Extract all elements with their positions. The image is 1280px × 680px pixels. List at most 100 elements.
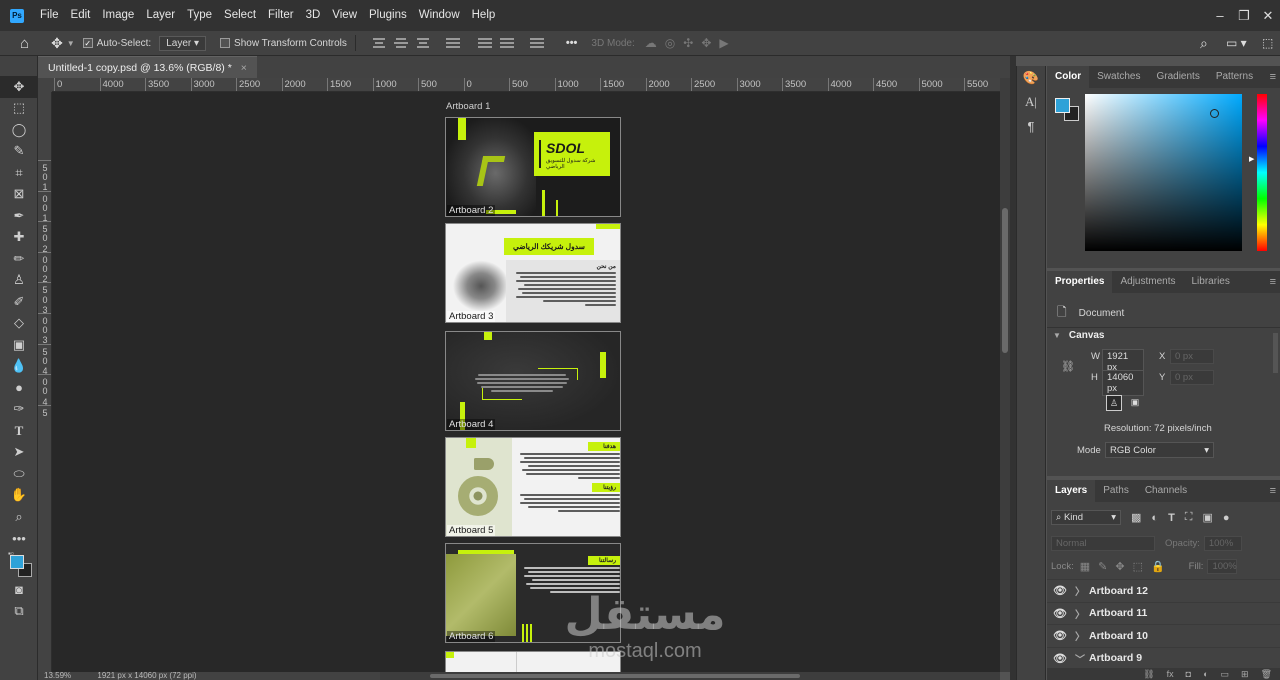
character-icon[interactable]: A| [1017,90,1045,114]
menu-plugins[interactable]: Plugins [363,0,413,31]
filter-smart-object-icon[interactable]: ▣ [1203,511,1213,524]
lasso-tool-icon[interactable]: ◯ [0,119,38,141]
tab-channels[interactable]: Channels [1137,480,1195,502]
visibility-eye-icon[interactable]: 👁 [1049,584,1071,597]
quick-select-tool-icon[interactable]: ✎ [0,141,38,163]
palette-icon[interactable]: 🎨 [1017,66,1045,90]
quick-mask-icon[interactable]: ◙ [0,579,38,601]
drag-3d-icon[interactable]: ✣ [683,36,693,50]
tab-libraries[interactable]: Libraries [1184,271,1238,293]
foreground-color-swatch[interactable] [10,555,24,569]
close-tab-icon[interactable]: × [241,62,247,74]
blend-mode-dropdown[interactable]: Normal [1051,536,1155,551]
filter-type-icon[interactable]: T [1168,512,1175,524]
expand-icon[interactable]: 〉 [1071,583,1089,598]
distribute-icon[interactable] [529,37,544,49]
new-layer-icon[interactable]: ⊞ [1241,669,1249,680]
artboard-2[interactable]: سدول شريكك الرياضي من نحن Artboard 3 [445,223,621,323]
lock-artboard-icon[interactable]: ⬚ [1133,560,1143,573]
healing-tool-icon[interactable]: ✚ [0,227,38,249]
color-picker-cursor[interactable] [1210,109,1219,118]
vertical-scrollbar[interactable] [1000,78,1010,672]
ruler-origin[interactable] [38,78,52,92]
color-swatches[interactable]: ▪▫ [0,549,37,579]
horizontal-scrollbar[interactable] [380,672,1000,680]
filter-adjustment-icon[interactable]: ◐ [1151,512,1158,524]
align-middle-icon[interactable] [477,37,492,49]
x-field[interactable]: 0 px [1170,349,1214,364]
new-group-icon[interactable]: ▭ [1221,669,1230,680]
pen-tool-icon[interactable]: ✑ [0,399,38,421]
zoom-tool-icon[interactable]: ⌕ [0,506,38,528]
more-options-icon[interactable]: ••• [566,37,578,49]
artboard-4[interactable]: هدفنا رؤيتنا Artboard 5 [445,437,621,537]
tab-color[interactable]: Color [1047,66,1090,88]
menu-type[interactable]: Type [181,0,218,31]
artboard-4-label[interactable]: Artboard 4 [447,419,496,430]
artboard-1-label[interactable]: Artboard 1 [446,101,490,112]
minimize-icon[interactable]: – [1208,8,1232,23]
stamp-tool-icon[interactable]: ♙ [0,270,38,292]
visibility-eye-icon[interactable]: 👁 [1049,652,1071,665]
workspace-icon[interactable]: ▭ ▾ [1226,36,1247,50]
horizontal-ruler[interactable]: 0 4000 3500 3000 2500 2000 1500 1000 500 0 500 1000… [52,78,1000,92]
eraser-tool-icon[interactable]: ◇ [0,313,38,335]
eyedropper-tool-icon[interactable]: ✒ [0,205,38,227]
landscape-orientation-icon[interactable]: ▣ [1127,395,1143,411]
brush-tool-icon[interactable]: ✏ [0,248,38,270]
chevron-down-icon[interactable]: ▼ [67,39,75,48]
expand-icon[interactable]: ﹀ [1071,651,1089,666]
delete-layer-icon[interactable]: 🗑 [1261,669,1272,680]
collapse-icon[interactable]: ▼ [1053,331,1061,340]
dodge-tool-icon[interactable]: ● [0,377,38,399]
document-tab[interactable]: Untitled-1 copy.psd @ 13.6% (RGB/8) * × [38,56,257,78]
panel-menu-icon[interactable]: ≡ [1270,66,1276,88]
link-layers-icon[interactable]: ⛓ [1143,669,1154,680]
align-left-icon[interactable] [372,37,386,49]
menu-layer[interactable]: Layer [140,0,181,31]
lock-paint-icon[interactable]: ✎ [1098,560,1107,573]
type-tool-icon[interactable]: T [0,420,38,442]
artboard-1[interactable]: SDOL شركة سدول للتسويق الرياضي Artboard … [445,117,621,217]
link-dimensions-icon[interactable]: ⛓ [1061,360,1075,373]
hand-tool-icon[interactable]: ✋ [0,485,38,507]
camera-3d-icon[interactable]: ▶ [719,36,728,50]
path-select-tool-icon[interactable]: ➤ [0,442,38,464]
tab-properties[interactable]: Properties [1047,271,1113,293]
fill-field[interactable]: 100% [1207,559,1238,574]
lock-pixels-icon[interactable]: ▦ [1080,560,1090,573]
menu-3d[interactable]: 3D [300,0,327,31]
fx-icon[interactable]: fx [1167,669,1174,679]
layer-row[interactable]: 👁 〉 Artboard 10 [1047,624,1280,647]
color-field[interactable] [1085,94,1242,251]
share-icon[interactable]: ⬚ [1262,36,1273,50]
artboard-3[interactable]: Artboard 4 [445,331,621,431]
artboard-2-label[interactable]: Artboard 2 [447,205,496,216]
paragraph-icon[interactable]: ¶ [1017,114,1045,138]
close-icon[interactable]: ✕ [1256,8,1280,24]
menu-help[interactable]: Help [466,0,502,31]
y-field[interactable]: 0 px [1170,370,1214,385]
transform-controls-checkbox[interactable] [220,38,231,48]
vertical-ruler[interactable]: 5010015020025030035040045 [38,92,52,672]
menu-view[interactable]: View [326,0,363,31]
tab-gradients[interactable]: Gradients [1148,66,1207,88]
foreground-color-chip[interactable] [1055,98,1070,113]
screen-mode-icon[interactable]: ⧉ [0,601,38,623]
slide-3d-icon[interactable]: ✥ [701,36,711,50]
move-tool-icon[interactable]: ✥ [0,76,38,98]
menu-edit[interactable]: Edit [65,0,97,31]
hue-slider[interactable] [1257,94,1267,251]
panel-menu-icon[interactable]: ≡ [1270,271,1276,293]
portrait-orientation-icon[interactable]: ♙ [1106,395,1122,411]
shape-tool-icon[interactable]: ⬭ [0,463,38,485]
history-brush-tool-icon[interactable]: ✐ [0,291,38,313]
blur-tool-icon[interactable]: 💧 [0,356,38,378]
mode-dropdown[interactable]: RGB Color ▾ [1105,442,1214,458]
menu-select[interactable]: Select [218,0,262,31]
menu-file[interactable]: File [34,0,65,31]
tab-adjustments[interactable]: Adjustments [1112,271,1183,293]
roll-3d-icon[interactable]: ◎ [665,36,675,50]
align-center-icon[interactable] [393,37,408,49]
marquee-tool-icon[interactable]: ⬚ [0,98,38,120]
